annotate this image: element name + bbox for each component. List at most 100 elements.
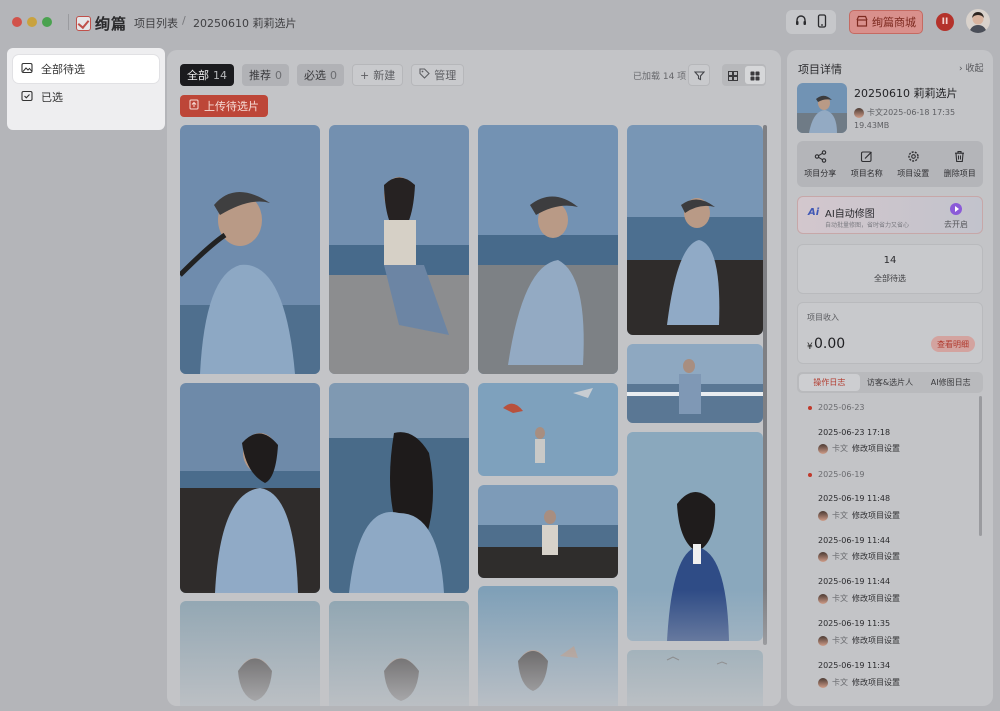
photo-thumbnail[interactable] bbox=[627, 650, 763, 706]
income-label: 项目收入 bbox=[807, 313, 839, 322]
ai-enable-link[interactable]: 去开启 bbox=[944, 219, 968, 230]
menu-item-label: 全部待选 bbox=[41, 63, 85, 76]
income-card: 项目收入 ¥ 0.00 查看明细 bbox=[797, 302, 983, 364]
photo-thumbnail[interactable] bbox=[627, 125, 763, 335]
small-grid-view-button[interactable] bbox=[745, 66, 765, 84]
photo-image bbox=[329, 125, 469, 374]
manage-label: 管理 bbox=[434, 69, 457, 82]
user-avatar-small bbox=[818, 593, 828, 604]
tab-count: 0 bbox=[275, 68, 282, 82]
headset-icon[interactable] bbox=[794, 13, 808, 32]
share-project-button[interactable]: 项目分享 bbox=[804, 149, 837, 179]
panel-title: 项目详情 bbox=[798, 63, 842, 76]
action-label: 项目分享 bbox=[804, 168, 837, 178]
photo-thumbnail[interactable] bbox=[329, 383, 469, 593]
grid-scrollbar[interactable] bbox=[763, 125, 767, 645]
rename-project-button[interactable]: 项目名称 bbox=[851, 150, 883, 179]
project-name: 20250610 莉莉选片 bbox=[854, 87, 958, 100]
tab-all[interactable]: 全部 14 bbox=[180, 64, 234, 86]
photo-image bbox=[329, 383, 469, 593]
log-item: 卡文 修改项目设置 bbox=[818, 443, 900, 454]
upload-icon bbox=[189, 99, 199, 113]
play-icon bbox=[950, 203, 962, 215]
tag-icon bbox=[419, 68, 430, 82]
log-scrollbar[interactable] bbox=[979, 396, 982, 536]
log-time: 2025-06-19 11:34 bbox=[818, 661, 891, 670]
menu-item-all-pending[interactable]: 全部待选 bbox=[13, 55, 159, 83]
photo-thumbnail[interactable] bbox=[180, 601, 320, 706]
shop-button[interactable]: 绚篇商城 bbox=[849, 10, 923, 34]
log-item: 卡文 修改项目设置 bbox=[818, 551, 900, 562]
logo-check-icon bbox=[76, 16, 91, 31]
date-marker-dot bbox=[808, 406, 812, 410]
phone-icon[interactable] bbox=[816, 13, 828, 32]
project-size: 19.43MB bbox=[854, 121, 890, 130]
maximize-window-button[interactable] bbox=[42, 17, 52, 27]
tab-count: 0 bbox=[330, 68, 337, 82]
delete-project-button[interactable]: 删除项目 bbox=[944, 150, 976, 179]
user-avatar-small bbox=[818, 443, 828, 454]
photo-thumbnail[interactable] bbox=[180, 383, 320, 593]
log-date: 2025-06-19 bbox=[818, 470, 865, 479]
upload-button[interactable]: 上传待选片 bbox=[180, 95, 268, 117]
log-date: 2025-06-23 bbox=[818, 403, 865, 412]
ai-auto-retouch-card[interactable]: Ai AI自动修图 自动批量修图，省时省力又省心 去开启 bbox=[797, 196, 983, 234]
notification-badge[interactable]: II bbox=[936, 13, 954, 31]
date-marker-dot bbox=[808, 473, 812, 477]
log-item: 卡文 修改项目设置 bbox=[818, 593, 900, 604]
new-label: 新建 bbox=[373, 69, 396, 82]
photo-thumbnail[interactable] bbox=[478, 125, 618, 374]
large-grid-view-button[interactable] bbox=[723, 66, 743, 84]
menu-item-selected[interactable]: 已选 bbox=[13, 83, 159, 111]
photo-image bbox=[627, 344, 763, 423]
log-action: 修改项目设置 bbox=[852, 511, 900, 520]
photo-image bbox=[478, 485, 618, 578]
tab-recommended[interactable]: 推荐 0 bbox=[242, 64, 289, 86]
photo-thumbnail[interactable] bbox=[180, 125, 320, 374]
photo-thumbnail[interactable] bbox=[329, 601, 469, 706]
photo-image bbox=[180, 601, 320, 706]
breadcrumb-root[interactable]: 项目列表 bbox=[134, 15, 178, 31]
app-logo[interactable]: 绚篇 bbox=[76, 13, 127, 34]
photo-thumbnail[interactable] bbox=[478, 383, 618, 476]
collapse-button[interactable]: › 收起 bbox=[959, 61, 983, 74]
filter-button[interactable] bbox=[688, 64, 710, 86]
close-window-button[interactable] bbox=[12, 17, 22, 27]
tab-operation-log[interactable]: 操作日志 bbox=[799, 374, 860, 391]
tab-ai-log[interactable]: AI修图日志 bbox=[920, 374, 981, 391]
pending-count: 14 bbox=[883, 255, 897, 266]
income-detail-button[interactable]: 查看明细 bbox=[931, 336, 975, 352]
log-time: 2025-06-19 11:48 bbox=[818, 494, 891, 503]
log-item: 卡文 修改项目设置 bbox=[818, 677, 900, 688]
photo-area: 全部 14 推荐 0 必选 0 + 新建 管理 已加载 14 项 上传待选片 bbox=[167, 50, 781, 706]
author-date-text: 卡文2025-06-18 17:35 bbox=[867, 108, 956, 117]
photo-thumbnail[interactable] bbox=[627, 432, 763, 641]
log-item: 卡文 修改项目设置 bbox=[818, 510, 900, 521]
log-user: 卡文 bbox=[832, 511, 848, 520]
loaded-count: 已加载 14 项 bbox=[633, 72, 687, 82]
manage-button[interactable]: 管理 bbox=[411, 64, 465, 86]
photo-thumbnail[interactable] bbox=[478, 485, 618, 578]
photo-thumbnail[interactable] bbox=[478, 586, 618, 706]
log-action: 修改项目设置 bbox=[852, 678, 900, 687]
photo-image bbox=[478, 383, 618, 476]
user-avatar[interactable] bbox=[966, 9, 990, 33]
tab-label: 推荐 bbox=[249, 69, 271, 82]
income-currency: ¥ bbox=[807, 342, 813, 352]
log-time: 2025-06-23 17:18 bbox=[818, 428, 891, 437]
breadcrumb-current: 20250610 莉莉选片 bbox=[193, 17, 297, 30]
minimize-window-button[interactable] bbox=[27, 17, 37, 27]
project-settings-button[interactable]: 项目设置 bbox=[897, 150, 929, 179]
tab-label: 必选 bbox=[304, 69, 326, 82]
breadcrumb-separator: / bbox=[182, 14, 186, 27]
tab-required[interactable]: 必选 0 bbox=[297, 64, 344, 86]
ai-logo-icon: Ai bbox=[808, 207, 820, 218]
tab-visitors[interactable]: 访客&选片人 bbox=[860, 374, 921, 391]
action-label: 删除项目 bbox=[943, 168, 976, 178]
log-item: 卡文 修改项目设置 bbox=[818, 635, 900, 646]
photo-thumbnail[interactable] bbox=[329, 125, 469, 374]
user-avatar-small bbox=[818, 677, 828, 688]
photo-thumbnail[interactable] bbox=[627, 344, 763, 423]
pending-label: 全部待选 bbox=[874, 274, 906, 283]
new-button[interactable]: + 新建 bbox=[352, 64, 404, 86]
